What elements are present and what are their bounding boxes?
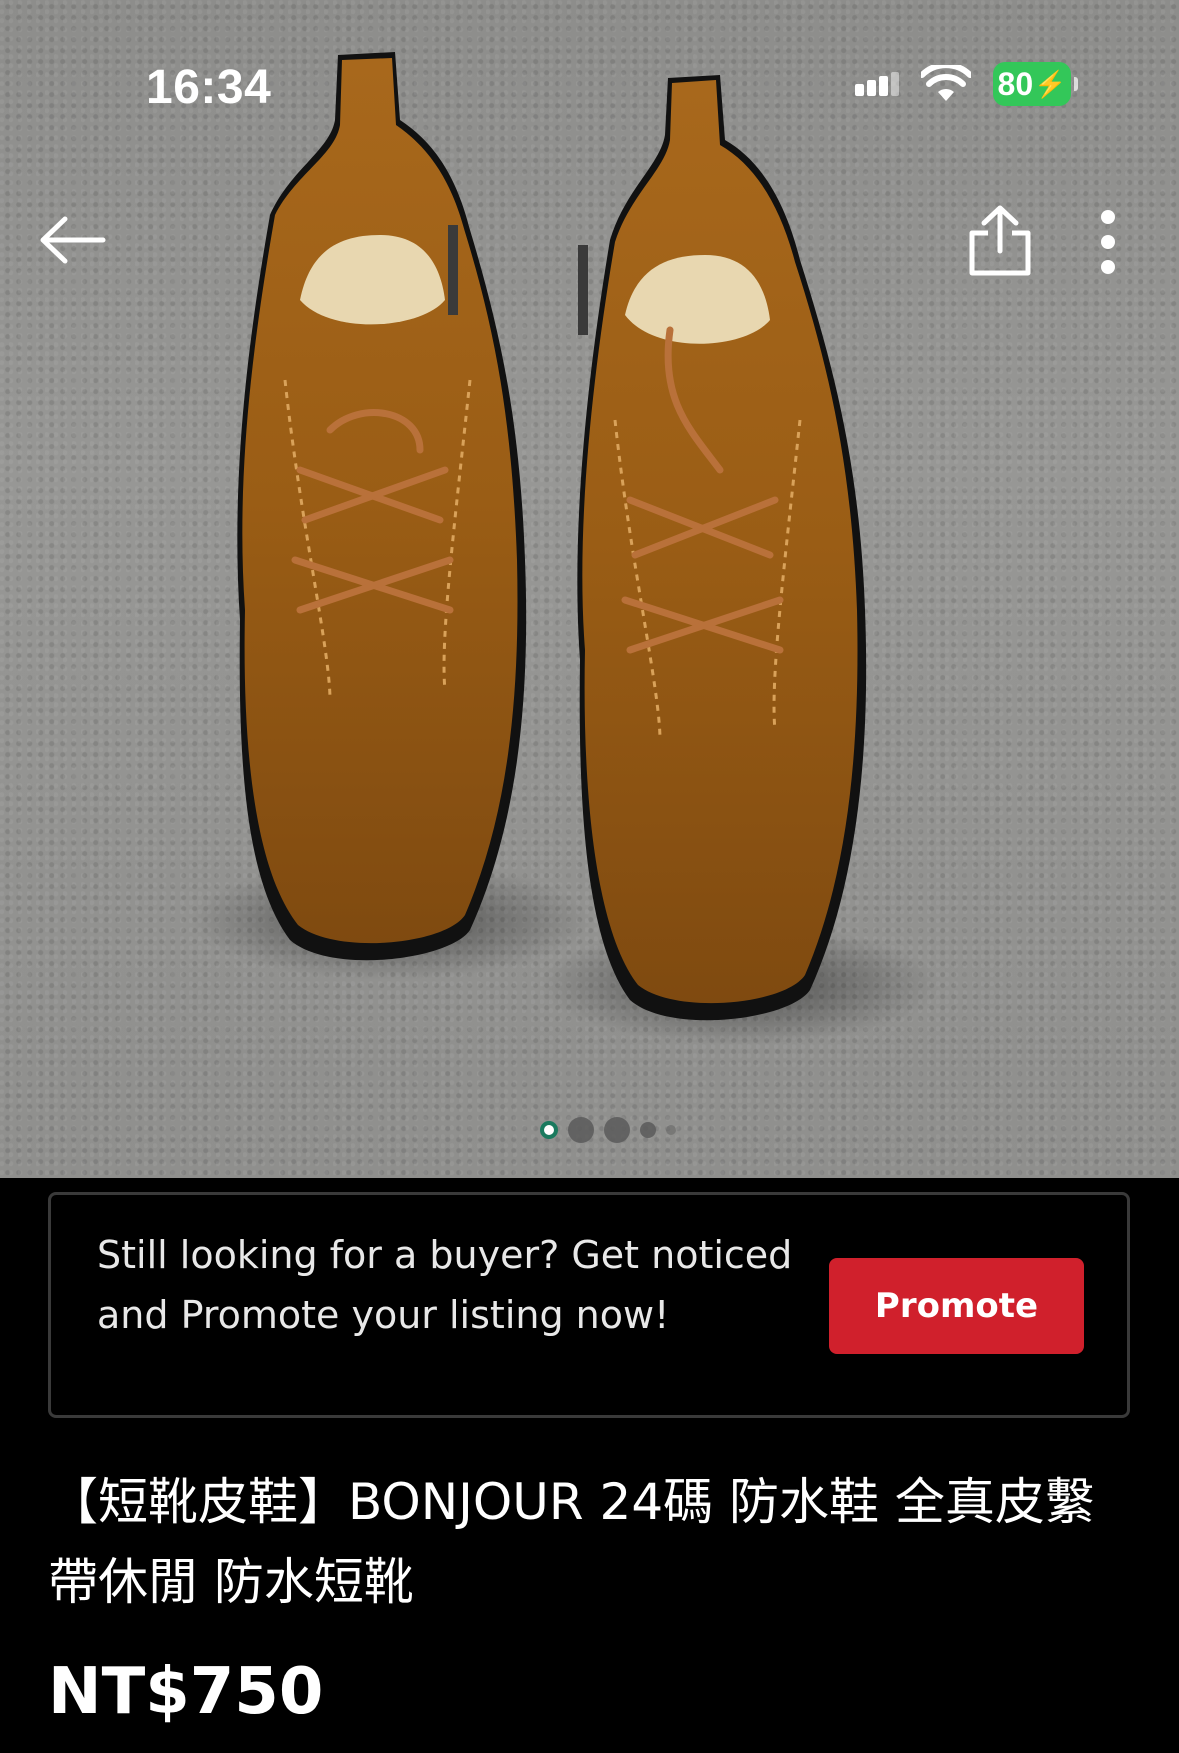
carousel-dot[interactable]: [604, 1117, 630, 1143]
promote-button[interactable]: Promote: [829, 1258, 1084, 1354]
status-icons: 80 ⚡: [855, 62, 1078, 106]
carousel-indicator[interactable]: [540, 1117, 676, 1143]
carousel-dot[interactable]: [666, 1125, 676, 1135]
listing-price: NT$750: [48, 1655, 324, 1729]
status-time: 16:34: [146, 61, 272, 114]
charging-bolt-icon: ⚡: [1034, 68, 1067, 99]
product-photo[interactable]: 16:34 80 ⚡: [0, 0, 1179, 1178]
share-icon: [969, 205, 1031, 276]
back-button[interactable]: [30, 200, 114, 280]
carousel-dot[interactable]: [568, 1117, 594, 1143]
battery-indicator: 80 ⚡: [993, 62, 1078, 106]
promote-message: Still looking for a buyer? Get noticed a…: [97, 1233, 793, 1337]
wifi-icon: [921, 65, 971, 101]
more-vertical-icon: [1101, 210, 1115, 274]
carousel-dot-active[interactable]: [540, 1121, 558, 1139]
more-options-button[interactable]: [1080, 200, 1136, 284]
carousel-dot[interactable]: [640, 1122, 656, 1138]
arrow-left-icon: [40, 216, 106, 264]
signal-icon: [855, 72, 899, 96]
battery-level: 80: [997, 65, 1034, 102]
listing-title: 【短靴皮鞋】BONJOUR 24碼 防水鞋 全真皮繫帶休閒 防水短靴: [48, 1473, 1095, 1611]
share-button[interactable]: [958, 196, 1042, 286]
boots-image: [190, 52, 940, 1045]
promote-banner: Still looking for a buyer? Get noticed a…: [48, 1192, 1130, 1418]
